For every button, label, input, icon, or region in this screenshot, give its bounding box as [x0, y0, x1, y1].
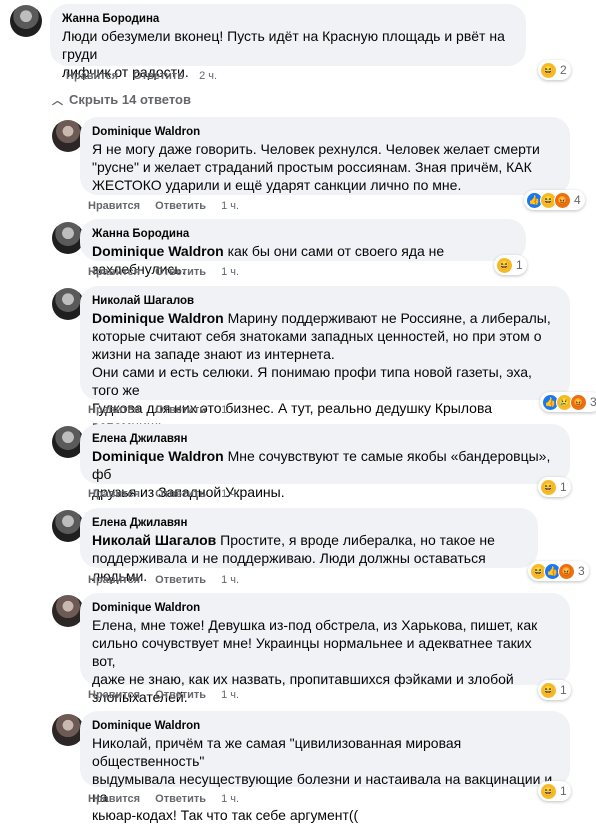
reaction-count: 2	[560, 63, 567, 77]
timestamp[interactable]: 1 ч.	[221, 793, 239, 805]
timestamp[interactable]: 1 ч.	[221, 488, 239, 500]
comment-text-line: ЖЕСТОКО ударили и ещё ударят санкции лич…	[92, 177, 462, 193]
like-link[interactable]: Нравится	[88, 488, 140, 500]
angry-icon: 😡	[558, 562, 575, 580]
like-link[interactable]: Нравится	[66, 70, 118, 82]
comment-text-line: Простите, я вроде либералка, но такое не	[216, 532, 495, 548]
comment-text-line: "русне" и желает страданий простым росси…	[92, 159, 532, 175]
angry-icon: 😡	[570, 393, 587, 411]
reaction-summary[interactable]: 👍 😢 😡 3	[540, 392, 596, 412]
angry-icon: 😡	[554, 191, 571, 209]
reply-link[interactable]: Ответить	[155, 793, 206, 805]
comment-text-line: Марину поддерживают не Россияне, а либер…	[223, 310, 551, 326]
timestamp[interactable]: 1 ч.	[221, 404, 239, 416]
reaction-count: 1	[560, 683, 567, 697]
comment-actions: Нравится Ответить 1 ч.	[88, 200, 251, 212]
haha-icon: 😆	[540, 478, 557, 496]
comment-text-line: даже не знаю, как их назвать, пропитавши…	[92, 671, 514, 687]
comment-bubble: Николай Шагалов Dominique Waldron Марину…	[80, 286, 570, 434]
reaction-summary[interactable]: 😆 1	[494, 255, 527, 275]
comment-actions: Нравится Ответить 1 ч.	[88, 266, 251, 278]
comment-author[interactable]: Елена Джилавян	[92, 516, 526, 531]
haha-icon: 😆	[496, 256, 513, 274]
timestamp[interactable]: 1 ч.	[221, 574, 239, 586]
reaction-count: 3	[590, 395, 596, 409]
haha-icon: 😆	[540, 61, 557, 79]
mention-link[interactable]: Dominique Waldron	[92, 448, 224, 464]
hide-replies-button[interactable]: ︿ Скрыть 14 ответов	[52, 92, 191, 108]
avatar[interactable]	[10, 5, 42, 37]
comment-text: Dominique Waldron Мне сочувствуют те сам…	[92, 447, 558, 483]
reply-link[interactable]: Ответить	[155, 689, 206, 701]
comment-text-line: Люди обезумели вконец! Пусть идёт на Кра…	[62, 28, 505, 62]
comment-actions: Нравится Ответить 1 ч.	[88, 488, 251, 500]
comment-text-line: кьюар-кодах! Так что так себе аргумент((	[92, 807, 359, 823]
reply-link[interactable]: Ответить	[155, 574, 206, 586]
comment-author[interactable]: Николай Шагалов	[92, 294, 558, 309]
reply-link[interactable]: Ответить	[155, 200, 206, 212]
like-link[interactable]: Нравится	[88, 266, 140, 278]
haha-icon: 😆	[540, 782, 557, 800]
timestamp[interactable]: 2 ч.	[199, 70, 217, 82]
timestamp[interactable]: 1 ч.	[221, 266, 239, 278]
comment-text-line: Я не могу даже говорить. Человек рехнулс…	[92, 141, 540, 157]
comment-actions: Нравится Ответить 2 ч.	[66, 70, 229, 82]
comment-text-line: жизни на западе знают из интернета.	[92, 346, 335, 362]
like-link[interactable]: Нравится	[88, 793, 140, 805]
comment-author[interactable]: Елена Джилавян	[92, 432, 558, 447]
comment-bubble: Dominique Waldron Николай, причём та же …	[80, 711, 570, 823]
comment-actions: Нравится Ответить 1 ч.	[88, 689, 251, 701]
comment-text-line: Они сами и есть селюки. Я понимаю профи …	[92, 364, 532, 398]
comment-author[interactable]: Dominique Waldron	[92, 719, 558, 734]
reply-link[interactable]: Ответить	[155, 266, 206, 278]
comment-actions: Нравится Ответить 1 ч.	[88, 793, 251, 805]
reaction-summary[interactable]: 😆 👍 😡 3	[528, 561, 589, 581]
reaction-count: 1	[516, 258, 523, 272]
comment-actions: Нравится Ответить 1 ч.	[88, 574, 251, 586]
reply-link[interactable]: Ответить	[155, 488, 206, 500]
hide-replies-label: Скрыть 14 ответов	[69, 92, 191, 107]
reply-link[interactable]: Ответить	[133, 70, 184, 82]
comment-author[interactable]: Dominique Waldron	[92, 125, 558, 140]
reaction-count: 1	[560, 784, 567, 798]
comment-text-line: Елена, мне тоже! Девушка из-под обстрела…	[92, 617, 538, 633]
timestamp[interactable]: 1 ч.	[221, 200, 239, 212]
mention-link[interactable]: Николай Шагалов	[92, 532, 216, 548]
reaction-count: 3	[578, 564, 585, 578]
timestamp[interactable]: 1 ч.	[221, 689, 239, 701]
comment-author[interactable]: Жанна Бородина	[92, 227, 514, 242]
reaction-summary[interactable]: 😆 1	[538, 477, 571, 497]
comment-bubble: Елена Джилавян Dominique Waldron Мне соч…	[80, 424, 570, 500]
reaction-summary[interactable]: 😆 2	[538, 60, 571, 80]
reaction-summary[interactable]: 😆 1	[538, 680, 571, 700]
comment-bubble: Dominique Waldron Я не могу даже говорит…	[80, 117, 570, 195]
reaction-summary[interactable]: 👍 😆 😡 4	[524, 190, 585, 210]
like-link[interactable]: Нравится	[88, 689, 140, 701]
comment-bubble: Dominique Waldron Елена, мне тоже! Девуш…	[80, 593, 570, 705]
comment-actions: Нравится Ответить 1 ч.	[88, 404, 251, 416]
haha-icon: 😆	[540, 681, 557, 699]
like-link[interactable]: Нравится	[88, 404, 140, 416]
reaction-count: 4	[574, 193, 581, 207]
mention-link[interactable]: Dominique Waldron	[92, 243, 224, 259]
mention-link[interactable]: Dominique Waldron	[92, 310, 224, 326]
reaction-count: 1	[560, 480, 567, 494]
like-link[interactable]: Нравится	[88, 574, 140, 586]
comment-bubble: Жанна Бородина Люди обезумели вконец! Пу…	[50, 4, 526, 80]
comment-bubble: Жанна Бородина Dominique Waldron как бы …	[80, 219, 526, 277]
comment-text: Николай Шагалов Простите, я вроде либера…	[92, 531, 526, 549]
comment-author[interactable]: Жанна Бородина	[62, 12, 514, 27]
chevron-up-icon: ︿	[52, 95, 63, 107]
comment-text-line: которые считают себя знатоками западных …	[92, 328, 542, 344]
comment-text-line: сильно сочувствует мне! Украинцы нормаль…	[92, 635, 532, 669]
reply-link[interactable]: Ответить	[155, 404, 206, 416]
like-link[interactable]: Нравится	[88, 200, 140, 212]
comment-text-line: Николай, причём та же самая "цивилизован…	[92, 735, 462, 769]
reaction-summary[interactable]: 😆 1	[538, 781, 571, 801]
comment-author[interactable]: Dominique Waldron	[92, 601, 558, 616]
comment-text: Dominique Waldron Марину поддерживают не…	[92, 309, 558, 327]
comment-bubble: Елена Джилавян Николай Шагалов Простите,…	[80, 508, 538, 584]
